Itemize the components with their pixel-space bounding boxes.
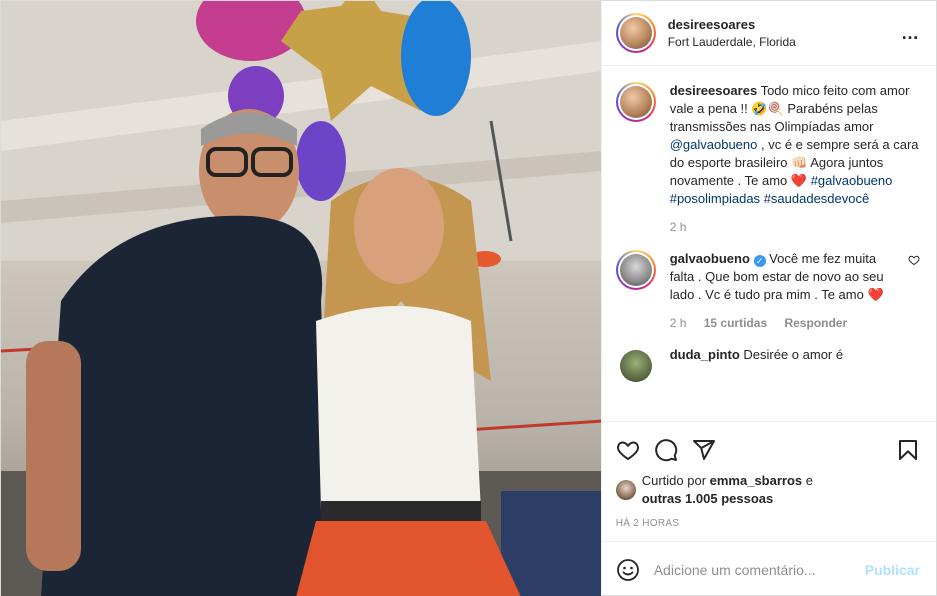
- verified-badge-icon: ✓: [753, 255, 766, 267]
- post-dialog: desireesoares Fort Lauderdale, Florida ……: [0, 0, 937, 596]
- comment-username[interactable]: duda_pinto: [670, 347, 740, 362]
- author-avatar[interactable]: [615, 13, 656, 53]
- comment-avatar[interactable]: [616, 346, 656, 386]
- caption: desireesoares Todo mico feito com amor v…: [615, 82, 920, 236]
- likes-prefix: Curtido por: [641, 473, 710, 488]
- save-icon[interactable]: [896, 438, 920, 462]
- likes-middle: e: [802, 473, 813, 488]
- caption-time[interactable]: 2 h: [670, 220, 687, 234]
- comment-item: duda_pinto Desirée o amor é: [616, 346, 920, 386]
- reply-button[interactable]: Responder: [784, 316, 847, 330]
- comment-text: Desirée o amor é: [743, 347, 844, 362]
- comment-likes[interactable]: 15 curtidas: [704, 316, 767, 330]
- caption-hashtag-3[interactable]: #saudadesdevocê: [764, 191, 870, 206]
- caption-username[interactable]: desireesoares: [670, 83, 757, 98]
- comment-time[interactable]: 2 h: [670, 316, 687, 330]
- photo-illustration: [1, 1, 601, 596]
- comment-item: galvaobueno ✓ Você me fez muita falta . …: [615, 250, 920, 332]
- publish-button[interactable]: Publicar: [865, 562, 920, 578]
- comment-like-icon[interactable]: [908, 254, 920, 332]
- emoji-icon[interactable]: [616, 558, 640, 582]
- likes-user[interactable]: emma_sbarros: [710, 473, 803, 488]
- likes-others[interactable]: outras 1.005 pessoas: [642, 491, 774, 506]
- comments-list[interactable]: desireesoares Todo mico feito com amor v…: [602, 66, 936, 421]
- liker-avatar[interactable]: [615, 480, 636, 500]
- comment-username[interactable]: galvaobueno: [670, 251, 750, 266]
- author-username[interactable]: desireesoares: [668, 17, 901, 32]
- more-options-icon[interactable]: …: [901, 23, 920, 44]
- post-location[interactable]: Fort Lauderdale, Florida: [668, 35, 901, 49]
- post-sidebar: desireesoares Fort Lauderdale, Florida ……: [600, 1, 936, 596]
- like-icon[interactable]: [616, 438, 640, 462]
- comment-icon[interactable]: [654, 438, 678, 462]
- likes-summary: Curtido por emma_sbarros e outras 1.005 …: [615, 472, 920, 508]
- post-actions: Curtido por emma_sbarros e outras 1.005 …: [601, 421, 936, 541]
- post-photo[interactable]: [1, 1, 601, 596]
- caption-hashtag-1[interactable]: #galvaobueno: [811, 173, 893, 188]
- add-comment-bar: Adicione um comentário... Publicar: [601, 541, 936, 596]
- share-icon[interactable]: [692, 438, 716, 462]
- caption-avatar[interactable]: [615, 82, 656, 122]
- post-timestamp[interactable]: HÁ 2 HORAS: [616, 518, 920, 541]
- caption-hashtag-2[interactable]: #posolimpiadas: [670, 191, 760, 206]
- comment-input[interactable]: Adicione um comentário...: [654, 562, 865, 578]
- caption-mention[interactable]: @galvaobueno: [670, 137, 758, 152]
- comment-avatar[interactable]: [615, 250, 656, 290]
- post-header: desireesoares Fort Lauderdale, Florida …: [601, 1, 936, 66]
